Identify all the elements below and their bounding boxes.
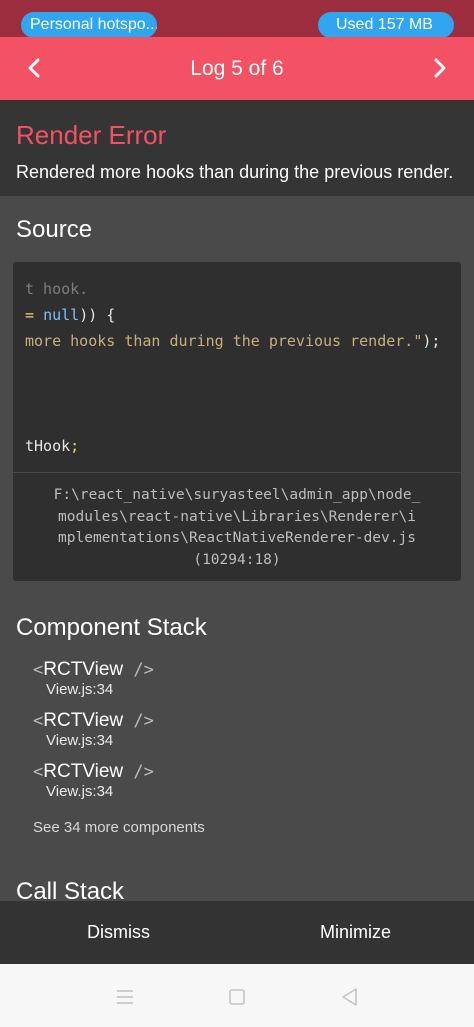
code-line: = null)) { <box>25 306 115 324</box>
code-token: ; <box>70 437 80 455</box>
error-title: Render Error <box>16 120 167 150</box>
tag-bracket: < <box>33 711 44 731</box>
file-path-line: mplementations\ReactNativeRenderer-dev.j… <box>58 530 416 546</box>
component-file-location: View.js:34 <box>46 732 114 749</box>
component-file-location: View.js:34 <box>46 681 114 698</box>
component-stack-frame[interactable]: <RCTView /> View.js:34 <box>33 761 154 800</box>
chevron-right-icon <box>434 58 446 78</box>
data-usage-pill[interactable]: Used 157 MB <box>318 12 454 38</box>
tag-bracket: /> <box>123 660 154 680</box>
code-token: = <box>25 306 44 324</box>
file-path-line: F:\react_native\suryasteel\admin_app\nod… <box>53 487 421 503</box>
system-navigation-bar <box>0 964 474 1027</box>
log-body[interactable]: Source t hook. = null)) { more hooks than … <box>0 196 474 901</box>
error-message: Rendered more hooks than during the prev… <box>16 162 454 182</box>
file-path-line: modules\react-native\Libraries\Renderer\… <box>58 508 416 525</box>
component-file-location: View.js:34 <box>46 783 114 800</box>
tag-bracket: /> <box>123 762 154 782</box>
back-button[interactable] <box>339 986 361 1008</box>
code-token: more hooks than during the previous rend… <box>25 332 423 350</box>
component-tag: <RCTView /> <box>33 659 154 681</box>
component-stack-heading: Component Stack <box>16 614 207 641</box>
previous-log-button[interactable] <box>17 51 51 85</box>
code-token: )) { <box>79 306 116 324</box>
home-button[interactable] <box>226 986 248 1008</box>
see-more-components-link[interactable]: See 34 more components <box>33 819 205 836</box>
status-bar: Personal hotspo... Used 157 MB <box>0 0 474 38</box>
recents-button[interactable] <box>114 986 136 1008</box>
dismiss-button[interactable]: Dismiss <box>0 901 237 964</box>
menu-icon <box>117 990 133 1004</box>
code-line: more hooks than during the previous rend… <box>25 332 440 350</box>
log-header: Log 5 of 6 <box>0 37 474 100</box>
tag-bracket: < <box>33 660 44 680</box>
minimize-button[interactable]: Minimize <box>237 901 474 964</box>
code-token: tHook <box>25 437 71 455</box>
component-tag: <RCTView /> <box>33 710 154 732</box>
code-token: t hook. <box>25 280 89 298</box>
next-log-button[interactable] <box>423 51 457 85</box>
code-frame[interactable]: t hook. = null)) { more hooks than during … <box>13 262 461 581</box>
error-section: Render Error Rendered more hooks than du… <box>0 100 474 196</box>
code-line: t hook. <box>25 280 88 298</box>
back-triangle-icon <box>342 988 357 1006</box>
component-stack-frame[interactable]: <RCTView /> View.js:34 <box>33 710 154 749</box>
tag-bracket: /> <box>123 711 154 731</box>
component-stack-frame[interactable]: <RCTView /> View.js:34 <box>33 659 154 698</box>
code-divider <box>13 472 461 473</box>
source-file-path[interactable]: F:\react_native\suryasteel\admin_app\nod… <box>31 485 443 571</box>
call-stack-heading: Call Stack <box>16 878 125 901</box>
component-name: RCTView <box>43 761 124 782</box>
tag-bracket: < <box>33 762 44 782</box>
code-token: null <box>43 306 80 324</box>
component-tag: <RCTView /> <box>33 761 154 783</box>
log-footer: Dismiss Minimize <box>0 901 474 964</box>
chevron-left-icon <box>28 58 40 78</box>
code-token: ); <box>422 332 441 350</box>
file-path-line: (10294:18) <box>193 551 281 568</box>
component-name: RCTView <box>43 710 124 731</box>
component-name: RCTView <box>43 659 124 680</box>
source-heading: Source <box>16 216 93 243</box>
hotspot-pill[interactable]: Personal hotspo... <box>21 12 157 38</box>
home-square-icon <box>229 989 245 1005</box>
code-line: tHook; <box>25 437 79 455</box>
log-counter-title: Log 5 of 6 <box>190 57 284 80</box>
